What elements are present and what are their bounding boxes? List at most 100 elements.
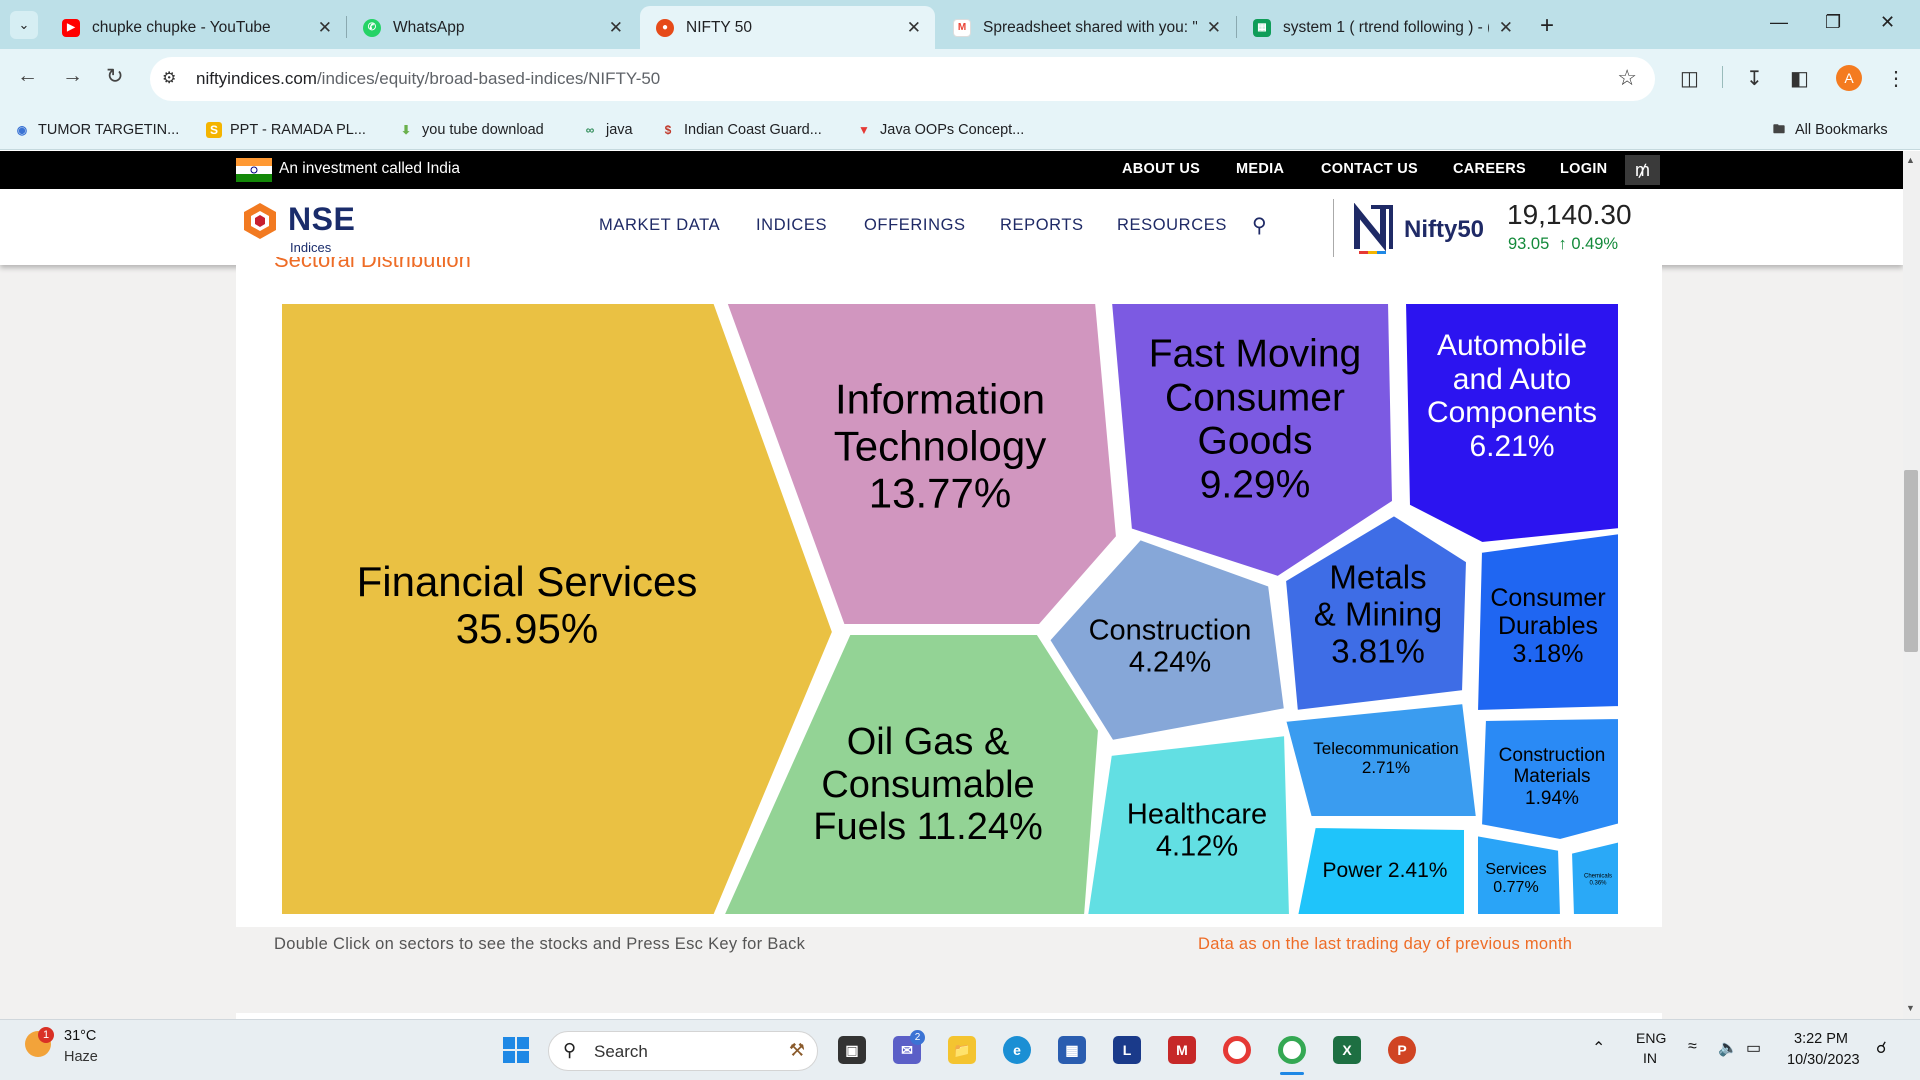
sector-label: Consumer Durables 3.18% [1490, 584, 1606, 668]
tab-gmail[interactable]: M Spreadsheet shared with you: " ✕ [937, 6, 1235, 49]
reload-button[interactable]: ↻ [106, 64, 124, 89]
header-divider [1333, 199, 1334, 257]
windows-start-icon[interactable] [502, 1036, 530, 1064]
chrome-profile-icon[interactable] [1278, 1036, 1306, 1064]
arrow-up-icon: ↑ [1558, 235, 1567, 253]
nav-reports[interactable]: REPORTS [1000, 216, 1084, 235]
address-bar[interactable]: ⚙ niftyindices.com/indices/equity/broad-… [150, 57, 1655, 101]
sector-label: Information Technology 13.77% [833, 375, 1047, 517]
close-icon[interactable]: ✕ [907, 18, 921, 38]
bookmark-item[interactable]: ▼ Java OOPs Concept... [856, 115, 1024, 145]
menu-kebab-icon[interactable]: ⋮ [1886, 66, 1906, 91]
close-icon[interactable]: ✕ [1207, 18, 1221, 38]
clock-date[interactable]: 10/30/2023 [1787, 1052, 1860, 1068]
tab-search-button[interactable]: ⌄ [10, 11, 38, 39]
site-info-icon[interactable]: ⚙ [162, 68, 176, 88]
nifty50-logo-icon [1354, 203, 1393, 254]
bookmark-icon: ◉ [16, 123, 28, 137]
bookmark-item[interactable]: ∞ java [582, 115, 633, 145]
scroll-down-icon[interactable]: ▼ [1906, 1003, 1915, 1013]
nav-indices[interactable]: INDICES [756, 216, 827, 235]
tab-sheets[interactable]: ▦ system 1 ( rtrend following ) - ( ✕ [1237, 6, 1527, 49]
link-media[interactable]: MEDIA [1236, 161, 1284, 177]
restore-button[interactable]: ❐ [1825, 12, 1841, 33]
wifi-icon[interactable]: ≈ [1688, 1038, 1697, 1056]
url-path: /indices/equity/broad-based-indices/NIFT… [316, 69, 661, 88]
link-login[interactable]: LOGIN [1560, 161, 1607, 177]
search-icon: ⚲ [563, 1040, 577, 1060]
link-contact-us[interactable]: CONTACT US [1321, 161, 1418, 177]
close-icon[interactable]: ✕ [318, 18, 332, 38]
store-icon[interactable]: ▦ [1058, 1036, 1086, 1064]
file-explorer-icon[interactable]: 📁 [948, 1036, 976, 1064]
scrollbar-thumb[interactable] [1904, 470, 1918, 652]
download-icon[interactable]: ↧ [1746, 66, 1763, 91]
excel-icon[interactable]: X [1333, 1036, 1361, 1064]
tab-youtube[interactable]: ▶ chupke chupke - YouTube ✕ [46, 6, 346, 49]
forward-button[interactable]: → [62, 64, 83, 88]
sector-label: Services 0.77% [1485, 861, 1547, 896]
mcafee-icon[interactable]: M [1168, 1036, 1196, 1064]
sheets-icon: ▦ [1253, 18, 1271, 37]
brand-name[interactable]: NSE [288, 201, 355, 238]
teams-badge: 2 [910, 1030, 925, 1045]
minimize-button[interactable]: — [1770, 12, 1788, 33]
tray-chevron-icon[interactable]: ⌃ [1592, 1038, 1605, 1058]
edge-icon[interactable]: e [1003, 1036, 1031, 1064]
notification-icon[interactable]: ☌ [1876, 1038, 1887, 1058]
weather-desc[interactable]: Haze [64, 1049, 98, 1065]
tab-nifty50[interactable]: ● NIFTY 50 ✕ [640, 6, 935, 49]
all-bookmarks[interactable]: 🖿 All Bookmarks [1771, 115, 1888, 145]
profile-avatar[interactable]: A [1836, 65, 1862, 91]
bookmark-item[interactable]: ⬇ you tube download [398, 115, 544, 145]
search-icon[interactable]: ⚲ [1252, 213, 1267, 238]
link-careers[interactable]: CAREERS [1453, 161, 1526, 177]
nav-resources[interactable]: RESOURCES [1117, 216, 1227, 235]
side-panel-icon[interactable]: ◧ [1790, 66, 1809, 91]
tab-whatsapp[interactable]: ✆ WhatsApp ✕ [347, 6, 637, 49]
double-click-hint: Double Click on sectors to see the stock… [274, 935, 806, 953]
clock-time[interactable]: 3:22 PM [1794, 1031, 1848, 1047]
link-about-us[interactable]: ABOUT US [1122, 161, 1200, 177]
close-window-button[interactable]: ✕ [1880, 12, 1895, 33]
hanger-icon[interactable]: ₥ [1625, 155, 1660, 185]
sector-label: Healthcare 4.12% [1126, 798, 1268, 863]
sector-label: Automobile and Auto Components 6.21% [1426, 328, 1598, 463]
nav-market-data[interactable]: MARKET DATA [599, 216, 720, 235]
chrome-icon[interactable] [1223, 1036, 1251, 1064]
powerpoint-icon[interactable]: P [1388, 1036, 1416, 1064]
battery-icon[interactable]: ▭ [1746, 1038, 1761, 1058]
dollar-icon: $ [664, 123, 672, 137]
lang-code[interactable]: ENG [1636, 1030, 1666, 1046]
bookmark-item[interactable]: S PPT - RAMADA PL... [206, 115, 366, 145]
nav-offerings[interactable]: OFFERINGS [864, 216, 966, 235]
sector-label: Construction Materials 1.94% [1498, 745, 1606, 809]
taskbar-search[interactable]: ⚲ Search ⚒ [548, 1031, 818, 1071]
active-indicator [1280, 1072, 1304, 1075]
extensions-icon[interactable]: ◫ [1680, 66, 1699, 91]
scroll-up-icon[interactable]: ▲ [1906, 155, 1915, 165]
site-tagline: An investment called India [279, 160, 460, 177]
bookmark-item[interactable]: ◉ TUMOR TARGETIN... [14, 115, 180, 145]
folder-icon: 🖿 [1772, 121, 1785, 136]
lang-region[interactable]: IN [1643, 1050, 1657, 1066]
bookmark-star-icon[interactable]: ☆ [1617, 65, 1637, 91]
site-topbar: An investment called India ABOUT US MEDI… [0, 151, 1903, 189]
sector-label: Construction 4.24% [1088, 614, 1252, 679]
sector-label: Metals & Mining 3.81% [1313, 558, 1443, 670]
app-l-icon[interactable]: L [1113, 1036, 1141, 1064]
close-icon[interactable]: ✕ [1499, 18, 1513, 38]
search-highlight-icon: ⚒ [788, 1040, 805, 1060]
volume-icon[interactable]: 🔈 [1718, 1038, 1738, 1058]
site-header: NSE Indices MARKET DATA INDICES OFFERING… [0, 189, 1903, 265]
weather-temp[interactable]: 31°C [64, 1028, 96, 1044]
url-host: niftyindices.com [196, 69, 317, 88]
close-icon[interactable]: ✕ [609, 18, 623, 38]
bookmark-item[interactable]: $ Indian Coast Guard... [660, 115, 822, 145]
nse-logo-icon[interactable] [240, 201, 280, 241]
back-button[interactable]: ← [17, 64, 38, 88]
triangle-icon: ▼ [858, 123, 870, 137]
sector-label: Financial Services 35.95% [356, 557, 698, 652]
new-tab-button[interactable]: + [1540, 12, 1554, 40]
task-view-icon[interactable]: ▣ [838, 1036, 866, 1064]
